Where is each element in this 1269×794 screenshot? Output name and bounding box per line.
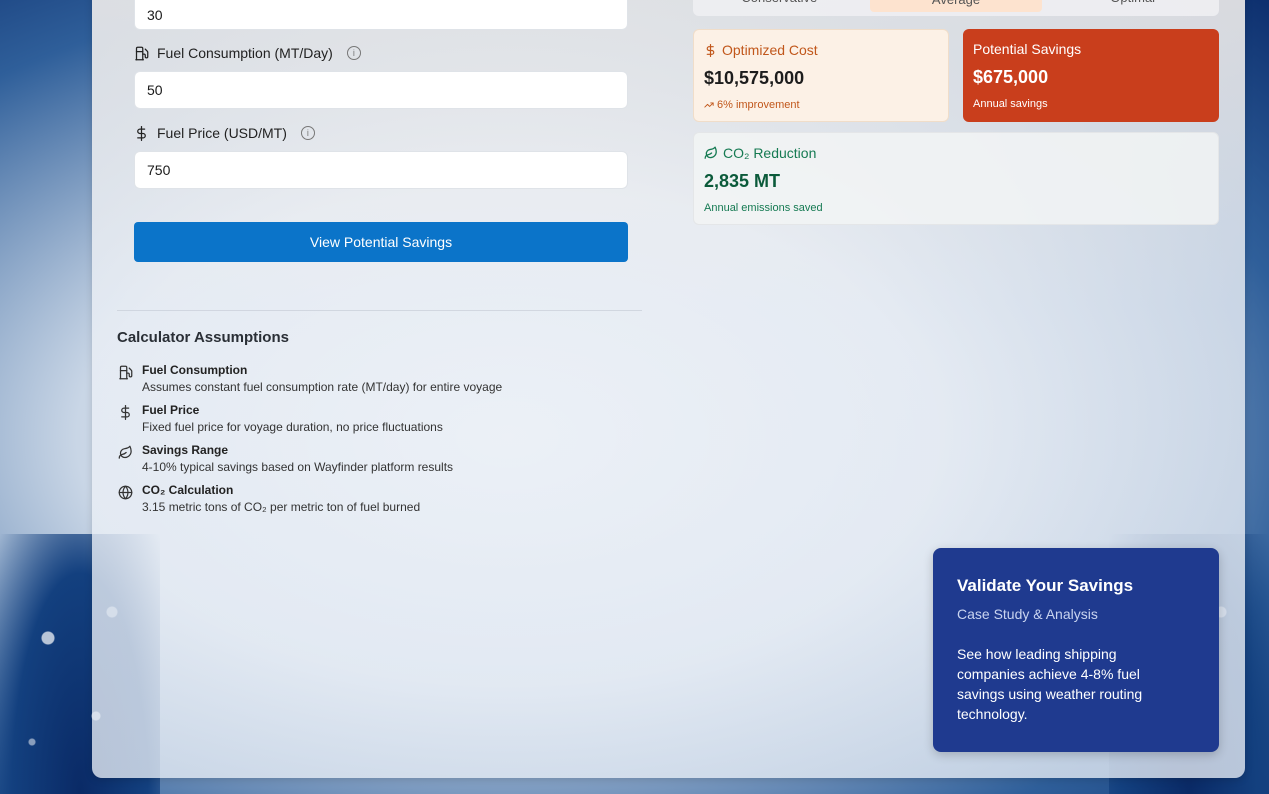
validate-title: Validate Your Savings xyxy=(957,576,1134,595)
optimized-cost-value: $10,575,000 xyxy=(704,68,805,88)
dollar-icon xyxy=(134,125,149,141)
assumption-description: 4-10% typical savings based on Wayfinder… xyxy=(142,460,454,474)
co2-reduction-card: CO₂ Reduction 2,835 MT Annual emissions … xyxy=(693,132,1219,225)
assumptions-title: Calculator Assumptions xyxy=(117,329,289,346)
fuel-price-label-row: Fuel Price (USD/MT) i xyxy=(134,125,315,141)
assumption-description: 3.15 metric tons of CO₂ per metric ton o… xyxy=(142,500,421,514)
globe-icon xyxy=(117,484,133,500)
assumption-heading: Savings Range xyxy=(142,443,229,457)
tab-optimal[interactable]: Optimal xyxy=(1046,0,1219,16)
section-divider xyxy=(117,310,642,311)
optimized-cost-title: Optimized Cost xyxy=(722,42,818,58)
fuel-consumption-input[interactable]: 50 xyxy=(134,71,628,109)
improvement-text: 6% improvement xyxy=(717,99,800,111)
assumption-heading: Fuel Price xyxy=(142,403,200,417)
fuel-price-label: Fuel Price (USD/MT) xyxy=(157,125,287,141)
co2-reduction-value: 2,835 MT xyxy=(704,171,781,191)
potential-savings-value: $675,000 xyxy=(973,67,1049,87)
leaf-icon xyxy=(704,146,718,160)
fuel-price-input[interactable]: 750 xyxy=(134,151,628,189)
fuel-consumption-label: Fuel Consumption (MT/Day) xyxy=(157,45,333,61)
info-icon[interactable]: i xyxy=(346,46,361,60)
assumption-heading: CO₂ Calculation xyxy=(142,483,234,497)
assumption-item: Fuel Consumption Assumes constant fuel c… xyxy=(117,363,502,394)
leaf-icon xyxy=(117,444,133,460)
fuel-consumption-label-row: Fuel Consumption (MT/Day) i xyxy=(134,45,361,61)
tab-conservative[interactable]: Conservative xyxy=(693,0,866,16)
assumption-item: Savings Range 4-10% typical savings base… xyxy=(117,443,453,474)
validate-subtitle: Case Study & Analysis xyxy=(957,606,1098,622)
annual-savings-text: Annual savings xyxy=(973,98,1048,110)
fuel-pump-icon xyxy=(117,364,133,380)
fuel-price-value: 750 xyxy=(147,162,171,178)
assumption-item: Fuel Price Fixed fuel price for voyage d… xyxy=(117,403,443,434)
validate-savings-card[interactable]: Validate Your Savings Case Study & Analy… xyxy=(933,548,1219,752)
scenario-tabs: Conservative Average Optimal xyxy=(693,0,1219,16)
top-input-value: 30 xyxy=(147,7,163,23)
optimized-cost-card: Optimized Cost $10,575,000 6% improvemen… xyxy=(693,29,949,122)
assumption-heading: Fuel Consumption xyxy=(142,363,248,377)
potential-savings-title: Potential Savings xyxy=(973,41,1082,57)
assumption-description: Fixed fuel price for voyage duration, no… xyxy=(142,420,443,434)
assumption-item: CO₂ Calculation 3.15 metric tons of CO₂ … xyxy=(117,483,420,514)
validate-description: See how leading shipping companies achie… xyxy=(957,646,1143,722)
trending-up-icon xyxy=(704,100,714,110)
tab-average[interactable]: Average xyxy=(869,0,1043,12)
potential-savings-card: Potential Savings $675,000 Annual saving… xyxy=(963,29,1219,122)
dollar-icon xyxy=(117,404,133,420)
view-potential-savings-button[interactable]: View Potential Savings xyxy=(134,222,628,262)
info-icon[interactable]: i xyxy=(300,126,315,140)
annual-emissions-text: Annual emissions saved xyxy=(704,202,823,214)
dollar-icon xyxy=(704,43,717,57)
assumption-description: Assumes constant fuel consumption rate (… xyxy=(142,380,503,394)
top-input-field[interactable]: 30 xyxy=(134,0,628,30)
fuel-consumption-value: 50 xyxy=(147,82,163,98)
co2-reduction-title: CO₂ Reduction xyxy=(723,145,817,161)
fuel-pump-icon xyxy=(134,46,149,61)
